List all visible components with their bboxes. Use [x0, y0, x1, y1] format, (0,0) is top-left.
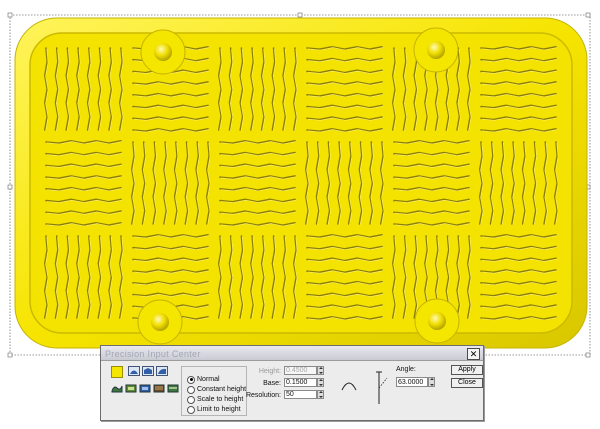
height-input[interactable]: 0.4500	[284, 366, 317, 375]
radio-limit-to-height[interactable]: Limit to height	[187, 401, 241, 414]
mounting-hole-bottom-right	[414, 298, 460, 344]
angle-spinner[interactable]	[428, 377, 435, 387]
flatten-icon[interactable]	[167, 383, 179, 393]
precision-input-dialog: Precision Input Center ✕ Normal Constant…	[100, 345, 484, 421]
radio-limit-to-height-circle[interactable]	[187, 405, 195, 414]
blend-icon[interactable]	[111, 383, 123, 393]
resolution-input[interactable]: 50	[284, 390, 317, 399]
height-spinner[interactable]	[317, 366, 324, 375]
dialog-title-bar[interactable]: Precision Input Center ✕	[101, 346, 483, 361]
base-input[interactable]: 0.1500	[284, 378, 317, 387]
radio-normal[interactable]: Normal	[187, 371, 220, 384]
close-button[interactable]: Close	[451, 378, 483, 388]
arch-icon[interactable]	[142, 366, 154, 376]
dome-icon[interactable]	[128, 366, 140, 376]
resolution-spinner[interactable]	[317, 390, 324, 399]
profile-preview	[341, 371, 388, 404]
base-label: Base:	[263, 380, 281, 387]
angle-input[interactable]: 63.0000	[396, 377, 428, 387]
resolution-label: Resolution:	[245, 392, 281, 399]
height-label: Height:	[258, 368, 281, 375]
lower-icon[interactable]	[139, 383, 151, 393]
profile-curve-icon	[341, 382, 357, 391]
color-swatch-icon[interactable]	[111, 366, 123, 378]
slope-icon[interactable]	[156, 366, 168, 376]
raise-icon[interactable]	[125, 383, 137, 393]
relief-field	[29, 32, 573, 334]
mounting-hole-top-right	[413, 27, 459, 73]
dialog-title: Precision Input Center	[105, 349, 201, 359]
mounting-hole-top-left	[140, 29, 186, 75]
texture-icon[interactable]	[153, 383, 165, 393]
angle-label: Angle:	[396, 366, 416, 373]
mounting-hole-bottom-left	[137, 299, 183, 345]
apply-button[interactable]: Apply	[451, 365, 483, 375]
angle-indicator-icon	[378, 377, 388, 389]
close-icon[interactable]: ✕	[467, 348, 480, 360]
radio-limit-to-height-label: Limit to height	[197, 406, 241, 414]
base-spinner[interactable]	[317, 378, 324, 387]
